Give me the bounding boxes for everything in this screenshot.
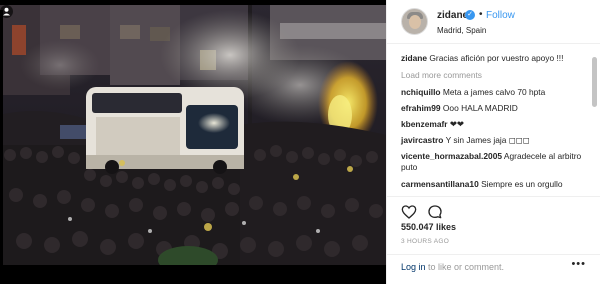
username-link[interactable]: zidane (437, 10, 468, 21)
login-prompt: Log in to like or comment. (401, 262, 504, 272)
comment-user[interactable]: kbenzemafr (401, 119, 448, 129)
photo-scene (0, 5, 386, 265)
load-more-comments-link[interactable]: Load more comments (401, 70, 482, 80)
post-timestamp[interactable]: 3 HOURS AGO (401, 238, 449, 245)
comment-user[interactable]: nchiquillo (401, 87, 441, 97)
instagram-post: zidane ✓ • Follow Madrid, Spain zidane G… (0, 0, 600, 284)
comments-list[interactable]: zidane Gracias afición por vuestro apoyo… (387, 50, 600, 193)
comment-item: efrahim99 Ooo HALA MADRID (401, 103, 587, 114)
photo-left-edge (0, 10, 3, 265)
comment-item: kbenzemafr ❤❤ (401, 119, 587, 130)
action-bar (387, 196, 600, 218)
post-sidebar: zidane ✓ • Follow Madrid, Spain zidane G… (386, 0, 600, 284)
comment-user[interactable]: javircastro (401, 135, 443, 145)
comment-item: vicente_hormazabal.2005 Agradecele al ar… (401, 151, 587, 173)
avatar[interactable] (401, 8, 428, 35)
caption-text: Gracias afición por vuestro apoyo !!! (429, 53, 564, 63)
comment-user[interactable]: carmensantillana10 (401, 179, 479, 189)
post-photo[interactable] (0, 5, 386, 265)
avatar-face (409, 15, 421, 29)
user-tag-icon[interactable] (0, 5, 13, 18)
comment-item: javircastro Y sin James jaja ◻◻◻ (401, 135, 587, 146)
caption-user[interactable]: zidane (401, 53, 427, 63)
caption: zidane Gracias afición por vuestro apoyo… (401, 53, 587, 64)
comment-icon[interactable] (427, 204, 443, 220)
location-link[interactable]: Madrid, Spain (437, 26, 486, 35)
comments-scrollbar[interactable] (592, 57, 597, 107)
verified-badge-icon: ✓ (465, 10, 475, 20)
follow-button[interactable]: Follow (486, 10, 515, 21)
comment-user[interactable]: efrahim99 (401, 103, 441, 113)
separator-dot: • (479, 9, 483, 20)
post-header: zidane ✓ • Follow Madrid, Spain (387, 0, 600, 44)
login-prompt-text: to like or comment. (425, 262, 505, 272)
comment-text: Ooo HALA MADRID (442, 103, 518, 113)
more-options-icon[interactable]: ••• (571, 258, 586, 270)
comment-text: Meta a james calvo 70 hpta (442, 87, 546, 97)
comment-item: carmensantillana10 Siempre es un orgullo (401, 179, 587, 190)
likes-count[interactable]: 550.047 likes (401, 222, 456, 232)
comment-text: Siempre es un orgullo (481, 179, 563, 189)
bottom-bar (0, 265, 386, 284)
login-link[interactable]: Log in (401, 262, 426, 272)
comment-user[interactable]: vicente_hormazabal.2005 (401, 151, 502, 161)
comment-text: ❤❤ (449, 119, 464, 129)
comment-text: Y sin James jaja ◻◻◻ (445, 135, 530, 145)
comment-item: nchiquillo Meta a james calvo 70 hpta (401, 87, 587, 98)
heart-icon[interactable] (401, 204, 417, 220)
bus (86, 87, 244, 174)
